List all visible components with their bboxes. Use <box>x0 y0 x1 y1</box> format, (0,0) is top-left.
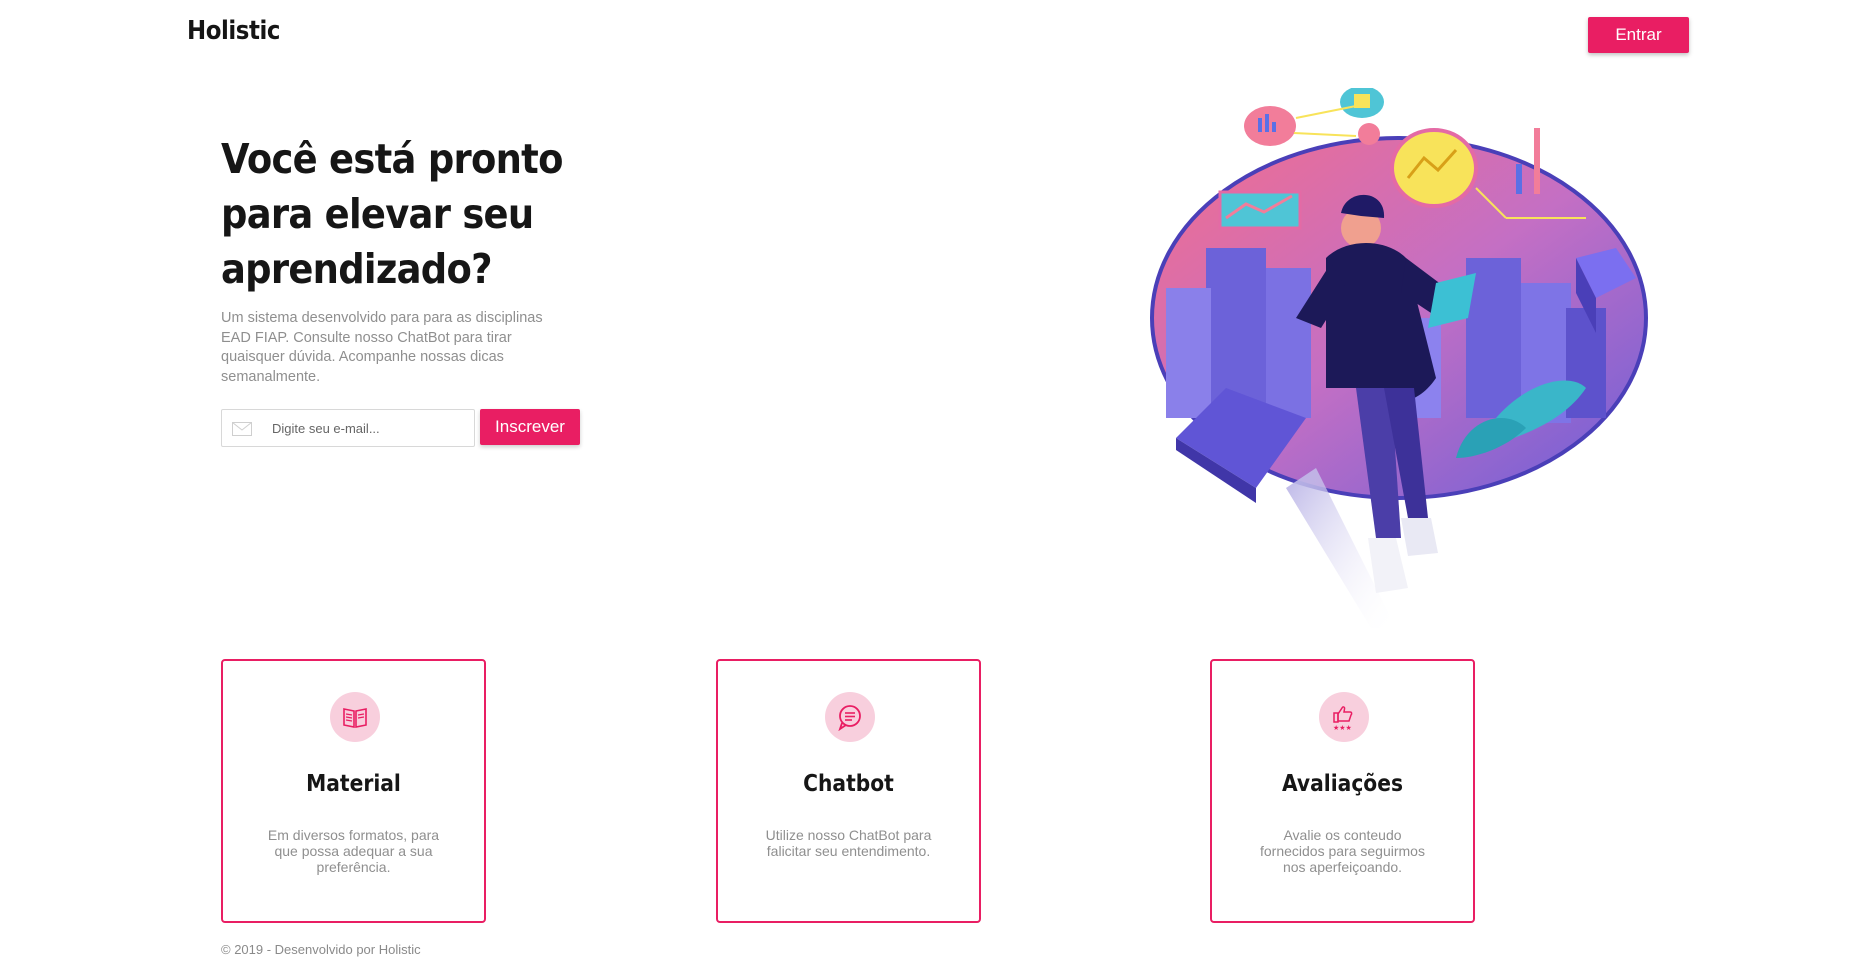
login-button[interactable]: Entrar <box>1588 17 1689 53</box>
feature-card-material: Material Em diversos formatos, para que … <box>221 659 486 923</box>
feature-icon-badge <box>825 692 875 742</box>
feature-card-avaliacoes: ★★★ Avaliações Avalie os conteudo fornec… <box>1210 659 1475 923</box>
feature-title: Material <box>306 771 401 797</box>
feature-description: Utilize nosso ChatBot para falicitar seu… <box>765 827 932 859</box>
subscribe-button[interactable]: Inscrever <box>480 409 580 445</box>
chat-icon <box>838 705 861 731</box>
hero-illustration <box>1150 88 1648 628</box>
feature-card-chatbot: Chatbot Utilize nosso ChatBot para falic… <box>716 659 981 923</box>
feature-title: Avaliações <box>1281 771 1403 797</box>
hero-description: Um sistema desenvolvido para para as dis… <box>221 310 543 385</box>
brand-logo[interactable]: Holistic <box>187 16 280 46</box>
feature-title: Chatbot <box>803 771 894 797</box>
feature-description: Em diversos formatos, para que possa ade… <box>267 827 440 875</box>
mail-icon <box>232 422 252 436</box>
feature-icon-badge: ★★★ <box>1319 692 1369 742</box>
footer-copyright: © 2019 - Desenvolvido por Holistic <box>221 942 421 957</box>
book-icon <box>343 708 367 728</box>
rating-icon: ★★★ <box>1333 706 1353 731</box>
hero-title: Você está pronto para elevar seu aprendi… <box>221 135 563 293</box>
svg-text:★★★: ★★★ <box>1333 724 1352 731</box>
feature-description: Avalie os conteudo fornecidos para segui… <box>1260 827 1425 875</box>
email-field-wrapper[interactable] <box>221 409 475 447</box>
email-input[interactable] <box>272 410 470 446</box>
feature-icon-badge <box>330 692 380 742</box>
